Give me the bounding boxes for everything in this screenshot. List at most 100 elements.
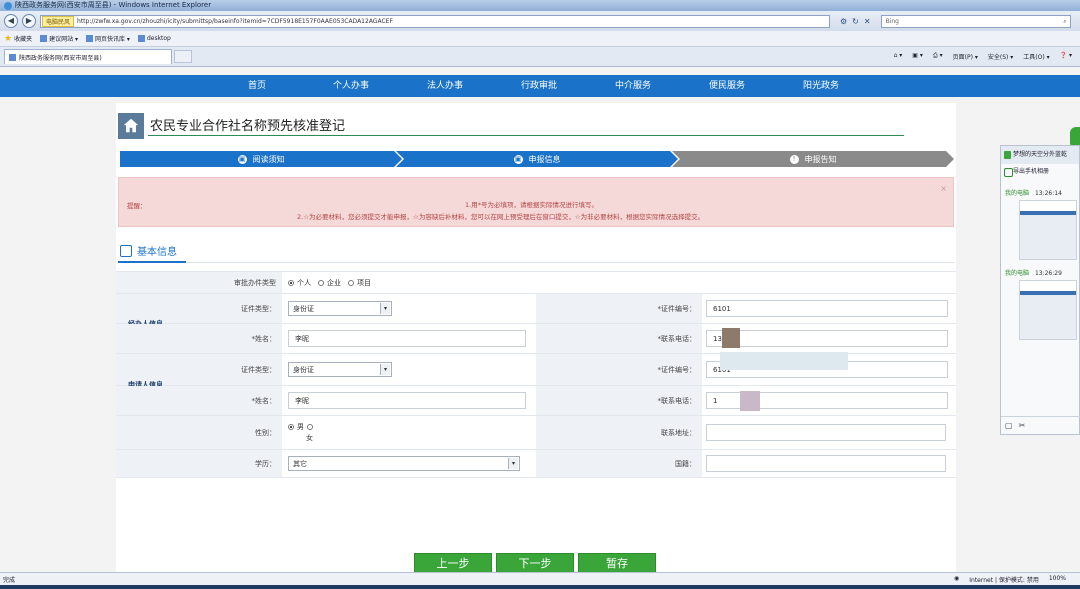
chevron-down-icon: ▾ — [380, 364, 390, 375]
applicant-id-type-select[interactable]: 身份证 ▾ — [288, 362, 392, 377]
search-icon[interactable]: ⌕ — [1063, 16, 1066, 27]
redaction-mark — [722, 328, 740, 348]
favorites-item-suggested[interactable]: 建议网站 ▾ — [40, 34, 78, 43]
step-declare-notice: ! 申报告知 — [672, 151, 954, 167]
site-icon — [137, 35, 145, 42]
notice-box: 提醒： 1.用*号为必填项，请根据实际情况进行填写。 2.☆为必要材料，您必须提… — [118, 177, 954, 227]
zoom-level[interactable]: 100% — [1049, 575, 1066, 584]
section-title: 基本信息 — [137, 247, 177, 258]
globe-icon: ◉ — [954, 574, 960, 582]
tab-title: 陕西政务服务网(西安市周至县) — [19, 54, 102, 62]
section-header: 基本信息 — [120, 243, 177, 258]
step-doc-icon: ▣ — [514, 154, 522, 163]
compat-tag[interactable]: 电脑民风 — [42, 15, 75, 27]
form-row-applicant-id: 申请人信息 证件类型： 身份证 ▾ *证件编号： 6101 — [116, 352, 956, 389]
ie-logo-icon — [4, 1, 12, 10]
file-icon[interactable]: ▢ — [1005, 421, 1013, 430]
form-row-gender: 性别： 男 女 联系地址： — [116, 416, 956, 450]
id-type-label: 证件类型： — [241, 365, 276, 374]
applicant-name-input[interactable]: 李昵 — [288, 392, 526, 409]
handler-name-input[interactable]: 李昵 — [288, 330, 526, 347]
chevron-down-icon: ▾ — [380, 303, 390, 314]
tab-active[interactable]: 陕西政务服务网(西安市周至县) — [4, 49, 172, 64]
title-divider — [148, 135, 904, 136]
chat-image-thumbnail[interactable] — [1019, 280, 1077, 340]
radio-project[interactable] — [348, 279, 354, 286]
applicant-type-radios: 个人 企业 项目 — [282, 272, 536, 293]
nav-approval[interactable]: 行政审批 — [492, 75, 586, 97]
safety-menu[interactable]: 安全(S) ▾ — [988, 52, 1013, 61]
url-field[interactable]: 电脑民风 http://zwfw.xa.gov.cn/zhouzhi/icity… — [40, 14, 830, 28]
back-icon[interactable]: ◀ — [4, 14, 18, 28]
site-icon — [86, 35, 94, 42]
address-bar: ◀ ▶ 电脑民风 http://zwfw.xa.gov.cn/zhouzhi/i… — [0, 11, 1080, 31]
nav-personal[interactable]: 个人办事 — [304, 75, 398, 97]
print-icon[interactable]: ⎙ ▾ — [933, 52, 943, 61]
redaction-mark — [720, 352, 848, 370]
handler-id-type-select[interactable]: 身份证 ▾ — [288, 301, 392, 316]
chat-popup: 梦想的天空分外蓝乾 导出手机相册 我的电脑 13:26:14 我的电脑 13:2… — [1000, 145, 1080, 435]
favorites-label: 收藏夹 — [14, 36, 33, 43]
radio-personal[interactable] — [288, 279, 294, 286]
favorites-item-webslice[interactable]: 网页快讯库 ▾ — [86, 34, 130, 43]
stop-icon[interactable]: ✕ — [864, 17, 871, 26]
list-icon — [120, 244, 132, 257]
chat-toolbar: ▢ ✂ — [1001, 416, 1080, 434]
home-icon — [118, 113, 144, 139]
page-menu[interactable]: 页面(P) ▾ — [953, 52, 978, 61]
tools-menu[interactable]: 工具(O) ▾ — [1023, 52, 1049, 61]
favorites-button[interactable]: ★ 收藏夹 — [4, 34, 32, 44]
feeds-icon[interactable]: ▣ ▾ — [912, 52, 923, 61]
scissors-icon[interactable]: ✂ — [1019, 421, 1026, 430]
export-album-button[interactable]: 导出手机相册 — [1001, 164, 1079, 180]
nationality-input[interactable] — [706, 455, 946, 472]
section-underline — [118, 261, 186, 263]
search-input[interactable]: Bing ⌕ — [880, 14, 1071, 28]
handler-id-no-input[interactable]: 6101 — [706, 300, 948, 317]
form-row-applicant-name: *姓名： 李昵 *联系电话： 1 — [116, 386, 956, 416]
handler-phone-input[interactable]: 13 — [706, 330, 948, 347]
chat-image-thumbnail[interactable] — [1019, 200, 1077, 260]
nav-corporate[interactable]: 法人办事 — [398, 75, 492, 97]
notice-line-2: 2.☆为必要材料，您必须提交才能申报，☆为容缺后补材料，您可以在网上预受理后在窗… — [297, 213, 705, 221]
close-icon[interactable]: × — [940, 184, 947, 193]
main-nav: 首页 个人办事 法人办事 行政审批 中介服务 便民服务 阳光政务 — [0, 75, 1080, 97]
step-alert-icon: ! — [790, 155, 799, 164]
education-label: 学历： — [255, 459, 276, 468]
id-no-label: *证件编号： — [536, 294, 702, 323]
radio-male[interactable] — [288, 424, 294, 430]
os-taskbar — [0, 585, 1080, 589]
address-label: 联系地址： — [536, 416, 702, 449]
form-row-education: 学历： 其它 ▾ 国籍： — [116, 450, 956, 478]
compat-view-icon[interactable]: ⚙ — [840, 17, 847, 26]
id-type-label: 证件类型： — [241, 304, 276, 313]
phone-label: *联系电话： — [536, 386, 702, 415]
help-menu[interactable]: ❓ ▾ — [1060, 52, 1072, 61]
address-input[interactable] — [706, 424, 946, 441]
new-tab-button[interactable] — [174, 50, 192, 63]
security-zone: Internet | 保护模式: 禁用 — [969, 576, 1039, 584]
window-title: 陕西政务服务网(西安市周至县) - Windows Internet Explo… — [15, 1, 212, 9]
chat-message-meta: 我的电脑 13:26:29 — [1005, 270, 1062, 277]
education-select[interactable]: 其它 ▾ — [288, 456, 520, 471]
nav-sunshine[interactable]: 阳光政务 — [774, 75, 868, 97]
nav-convenience[interactable]: 便民服务 — [680, 75, 774, 97]
forward-icon[interactable]: ▶ — [22, 14, 36, 28]
radio-female[interactable] — [307, 424, 313, 430]
web-page: 首页 个人办事 法人办事 行政审批 中介服务 便民服务 阳光政务 农民专业合作社… — [0, 67, 1080, 575]
home-icon[interactable]: ⌂ ▾ — [894, 52, 903, 61]
nav-home[interactable]: 首页 — [210, 75, 304, 97]
phone-label: *联系电话： — [536, 324, 702, 353]
step-declare-info: ▣ 申报信息 — [396, 151, 678, 167]
url-text: http://zwfw.xa.gov.cn/zhouzhi/icity/subm… — [77, 17, 393, 25]
favorites-item-desktop[interactable]: desktop — [137, 35, 171, 42]
refresh-icon[interactable]: ↻ — [852, 17, 859, 26]
gender-label: 性别： — [255, 428, 276, 437]
nav-agency[interactable]: 中介服务 — [586, 75, 680, 97]
id-no-label: *证件编号： — [536, 354, 702, 385]
radio-enterprise[interactable] — [318, 279, 324, 286]
notice-line-1: 1.用*号为必填项，请根据实际情况进行填写。 — [465, 201, 598, 209]
chat-message-meta: 我的电脑 13:26:14 — [1005, 190, 1062, 197]
basic-info-form: 审批办件类型 个人 企业 项目 经办人信息 证件类型： — [116, 271, 956, 483]
star-icon: ★ — [4, 33, 13, 44]
